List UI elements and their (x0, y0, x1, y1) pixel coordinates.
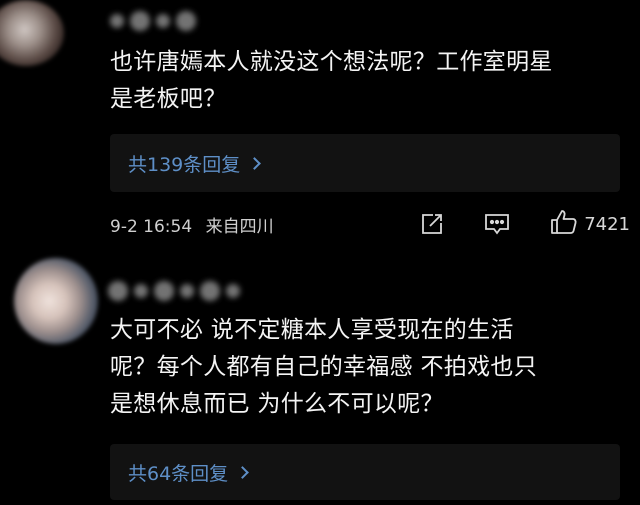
replies-count-label: 共64条回复 (128, 462, 229, 485)
replies-panel[interactable]: 共139条回复 (110, 134, 620, 192)
comment-line: 是想休息而已 为什么不可以呢？ (110, 391, 444, 417)
chevron-right-icon (236, 466, 250, 479)
blur-mark (156, 14, 170, 28)
location-text: 来自四川 (205, 216, 274, 237)
action-icons: 7421 (420, 208, 630, 240)
like-button[interactable]: 7421 (550, 209, 630, 239)
comment-line: 呢？每个人都有自己的幸福感 不拍戏也只 (110, 354, 538, 380)
replies-count-label: 共139条回复 (128, 153, 241, 176)
view-replies-link[interactable]: 共64条回复 (128, 459, 250, 486)
comment-meta: 9-2 16:54 来自四川 7421 (110, 208, 630, 240)
time-text: 9-2 16:54 (110, 216, 193, 237)
blur-mark (176, 11, 196, 31)
avatar[interactable] (14, 258, 98, 344)
username-blurred[interactable] (110, 8, 196, 34)
like-count: 7421 (584, 213, 630, 235)
comment-line: 也许唐嫣本人就没这个想法呢？工作室明星 (110, 49, 553, 75)
comment-timestamp: 9-2 16:54 来自四川 (110, 212, 274, 237)
blur-mark (226, 284, 240, 298)
username-blurred[interactable] (108, 278, 240, 304)
replies-panel[interactable]: 共64条回复 (110, 444, 620, 500)
chevron-right-icon (248, 157, 262, 170)
blur-mark (200, 281, 220, 301)
comment-text: 也许唐嫣本人就没这个想法呢？工作室明星 是老板吧？ (110, 44, 630, 118)
comment-line: 大可不必 说不定糖本人享受现在的生活 (110, 317, 514, 343)
view-replies-link[interactable]: 共139条回复 (128, 150, 262, 177)
blur-mark (130, 11, 150, 31)
comment-icon[interactable] (484, 212, 510, 236)
blur-mark (180, 284, 194, 298)
thumbs-up-icon (550, 209, 578, 239)
share-icon[interactable] (420, 212, 444, 236)
blur-mark (134, 284, 148, 298)
blur-mark (110, 14, 124, 28)
avatar[interactable] (0, 0, 64, 66)
comment-text: 大可不必 说不定糖本人享受现在的生活 呢？每个人都有自己的幸福感 不拍戏也只 是… (110, 312, 630, 423)
blur-mark (108, 281, 128, 301)
blur-mark (154, 281, 174, 301)
comment-line: 是老板吧？ (110, 86, 227, 112)
